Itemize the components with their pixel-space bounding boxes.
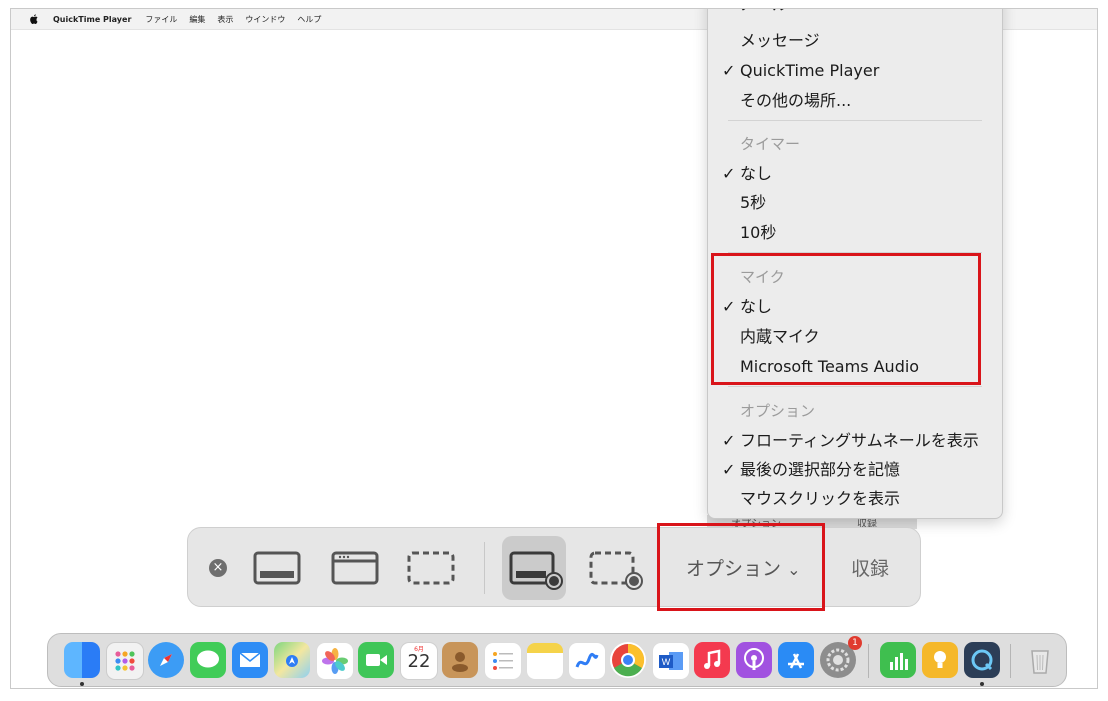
chrome-icon[interactable] <box>610 642 646 678</box>
svg-text:W: W <box>662 657 671 667</box>
notification-badge: 1 <box>848 636 862 650</box>
highlight-box-options <box>657 523 825 611</box>
podcasts-icon[interactable] <box>736 642 772 678</box>
menu-help[interactable]: ヘルプ <box>297 14 321 25</box>
maps-icon[interactable] <box>274 642 310 678</box>
quicktime-icon[interactable] <box>964 642 1000 678</box>
menu-window[interactable]: ウインドウ <box>245 14 285 25</box>
numbers-icon[interactable] <box>880 642 916 678</box>
capture-window-icon[interactable] <box>330 550 380 586</box>
menu-item-timer-none[interactable]: ✓ なし <box>708 161 1002 187</box>
menu-item-remember-selection[interactable]: ✓ 最後の選択部分を記憶 <box>708 457 1002 483</box>
record-button[interactable]: 収録 <box>851 554 889 581</box>
menu-header-options: オプション <box>740 402 816 420</box>
toolbar-divider <box>484 542 485 594</box>
safari-icon[interactable] <box>148 642 184 678</box>
menu-view[interactable]: 表示 <box>217 14 233 25</box>
apple-icon[interactable] <box>29 14 39 24</box>
capture-selection-icon[interactable] <box>406 550 456 586</box>
menu-header-timer: タイマー <box>740 135 801 153</box>
keynote-tips-icon[interactable] <box>922 642 958 678</box>
freeform-icon[interactable] <box>568 642 606 680</box>
dock: 6月 22 W 1 <box>47 633 1067 687</box>
messages-icon[interactable] <box>190 642 226 678</box>
notes-icon[interactable] <box>526 642 564 680</box>
calendar-icon[interactable]: 6月 22 <box>400 642 438 680</box>
menu-item-show-mouse-clicks[interactable]: マウスクリックを表示 <box>708 486 1002 512</box>
dock-divider <box>1010 644 1011 678</box>
menu-app-name[interactable]: QuickTime Player <box>53 15 131 24</box>
running-indicator <box>80 682 84 686</box>
screen: QuickTime Player ファイル 編集 表示 ウインドウ ヘルプ オプ… <box>10 8 1098 689</box>
highlight-box-microphone <box>711 253 981 385</box>
capture-entire-screen-icon[interactable] <box>252 550 302 586</box>
calendar-day: 22 <box>407 651 431 672</box>
menu-edit[interactable]: 編集 <box>189 14 205 25</box>
menu-item-mail[interactable]: メール <box>708 9 1002 26</box>
facetime-icon[interactable] <box>358 642 394 678</box>
record-selection-icon[interactable] <box>588 550 644 590</box>
music-icon[interactable] <box>694 642 730 678</box>
menu-separator <box>728 120 982 121</box>
checkmark-icon: ✓ <box>722 61 736 80</box>
menu-item-quicktime[interactable]: ✓ QuickTime Player <box>708 58 1002 84</box>
menu-item-other-location[interactable]: その他の場所... <box>708 88 1002 114</box>
app-store-icon[interactable] <box>778 642 814 678</box>
mail-icon[interactable] <box>232 642 268 678</box>
menu-separator <box>728 386 982 387</box>
finder-icon[interactable] <box>64 642 100 678</box>
running-indicator <box>980 682 984 686</box>
launchpad-icon[interactable] <box>106 642 144 680</box>
word-icon[interactable]: W <box>652 642 690 680</box>
trash-icon[interactable] <box>1022 642 1058 678</box>
menu-item-messages[interactable]: メッセージ <box>708 28 1002 54</box>
dock-divider <box>868 644 869 678</box>
checkmark-icon: ✓ <box>722 164 736 183</box>
menu-item-timer-10s[interactable]: 10秒 <box>708 220 1002 246</box>
menu-item-timer-5s[interactable]: 5秒 <box>708 190 1002 216</box>
record-entire-screen-icon[interactable] <box>508 550 564 590</box>
menu-file[interactable]: ファイル <box>145 14 177 25</box>
contacts-icon[interactable] <box>442 642 478 678</box>
reminders-icon[interactable] <box>484 642 522 680</box>
menu-item-floating-thumbnail[interactable]: ✓ フローティングサムネールを表示 <box>708 428 1002 454</box>
close-icon[interactable]: × <box>209 559 227 577</box>
checkmark-icon: ✓ <box>722 431 736 450</box>
photos-icon[interactable] <box>316 642 354 680</box>
checkmark-icon: ✓ <box>722 460 736 479</box>
